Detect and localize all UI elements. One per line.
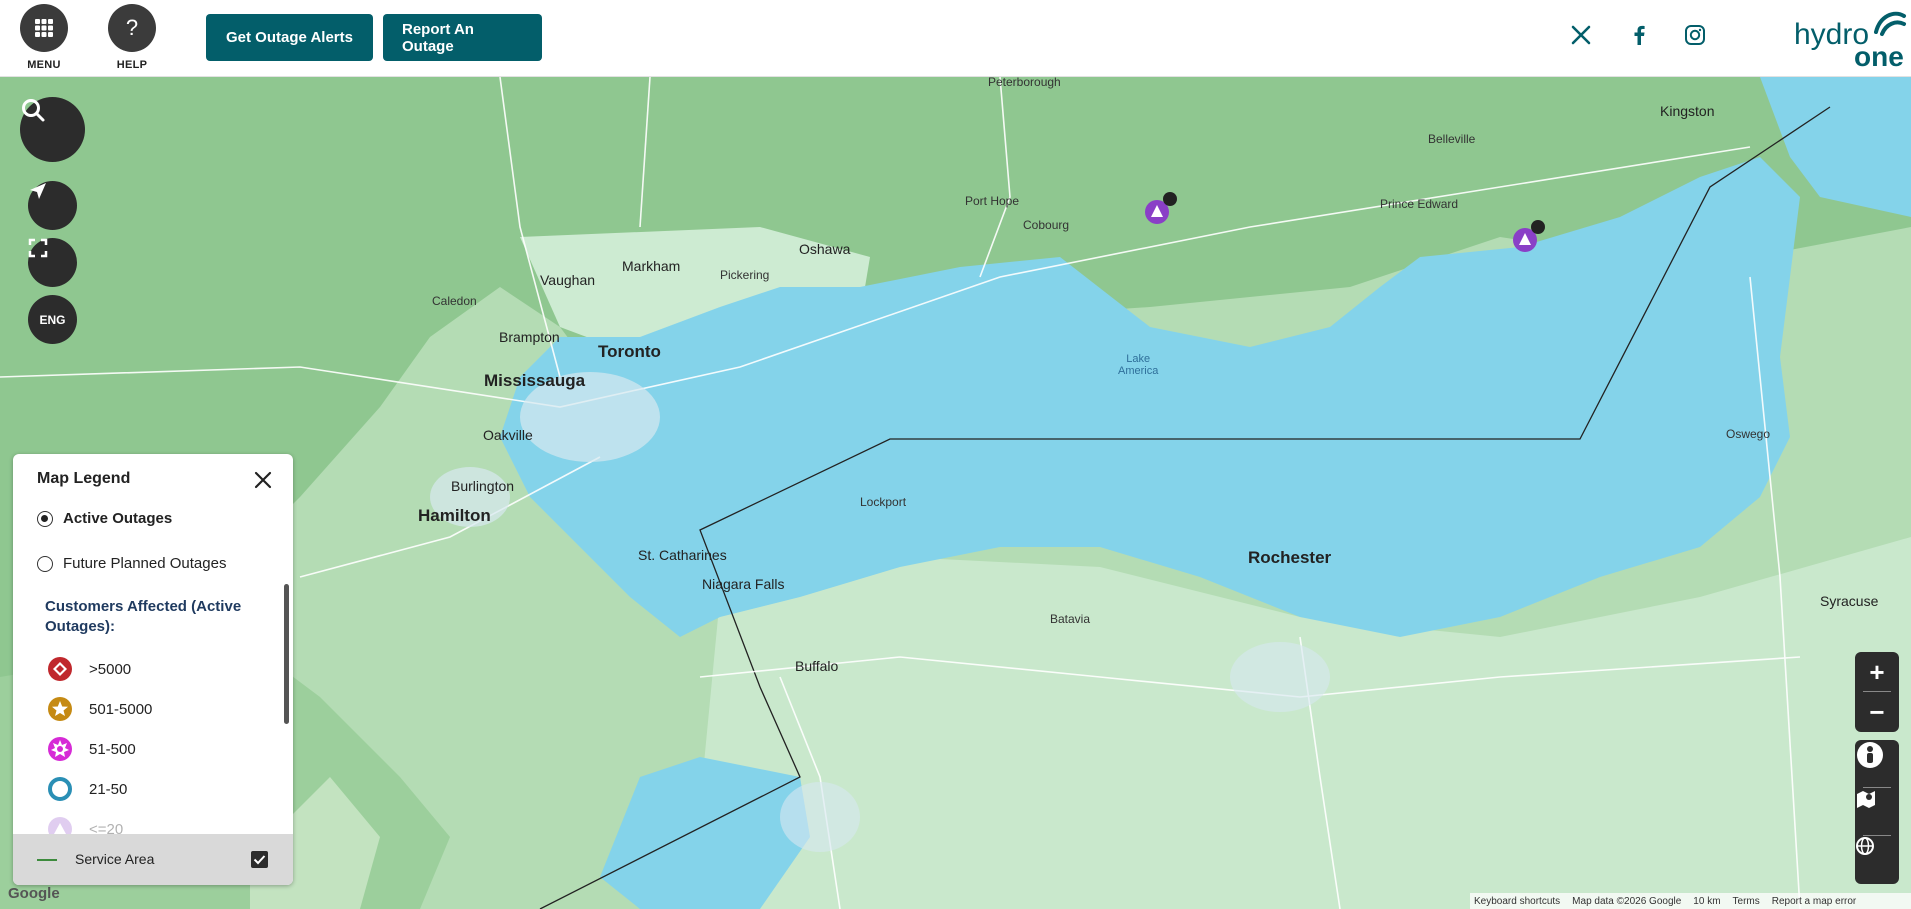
service-area-line-icon [37, 859, 57, 861]
facebook-icon[interactable] [1626, 22, 1652, 48]
place-syracuse: Syracuse [1820, 593, 1879, 609]
zoom-in-button[interactable]: + [1855, 652, 1899, 692]
place-buffalo: Buffalo [795, 658, 839, 674]
report-map-error-link[interactable]: Report a map error [1772, 896, 1856, 907]
menu-label: MENU [27, 59, 61, 71]
ring-icon [48, 777, 72, 801]
legend-item: 51-500 [47, 736, 136, 762]
get-outage-alerts-button[interactable]: Get Outage Alerts [206, 14, 373, 61]
google-logo: Google [8, 885, 60, 902]
app: MENU ? HELP Get Outage Alerts Report An … [0, 0, 1911, 909]
place-oakville: Oakville [483, 427, 533, 443]
place-rochester: Rochester [1248, 548, 1332, 567]
search-button[interactable] [20, 97, 85, 162]
grid-icon [20, 4, 68, 52]
checkmark-icon [253, 855, 266, 865]
map-legend: Map Legend Active Outages Future Planned… [13, 454, 293, 885]
place-st-catharines: St. Catharines [638, 547, 727, 563]
service-area-row[interactable]: Service Area [13, 834, 293, 885]
globe-icon [1856, 837, 1874, 855]
radio-unchecked[interactable] [37, 555, 53, 572]
report-outage-button[interactable]: Report An Outage [383, 14, 542, 61]
diamond-icon [48, 657, 72, 681]
starburst-icon [48, 737, 72, 761]
map-icon [1857, 791, 1875, 808]
place-oshawa: Oshawa [799, 241, 851, 257]
active-outages-label: Active Outages [63, 510, 173, 527]
legend-item: >5000 [47, 656, 131, 682]
question-icon: ? [108, 4, 156, 52]
fullscreen-icon [28, 238, 48, 258]
close-icon [254, 471, 272, 489]
place-belleville: Belleville [1428, 132, 1476, 146]
search-icon [22, 99, 45, 122]
place-lake: Lake America [1118, 353, 1159, 377]
future-planned-label: Future Planned Outages [63, 555, 227, 572]
place-prince-edward: Prince Edward [1380, 197, 1459, 211]
place-hamilton: Hamilton [418, 506, 491, 525]
place-port-hope: Port Hope [965, 194, 1020, 208]
terms-link[interactable]: Terms [1733, 896, 1760, 907]
help-button[interactable]: ? HELP [108, 4, 156, 71]
place-caledon: Caledon [432, 294, 477, 308]
legend-item-label: 51-500 [89, 740, 136, 758]
instagram-icon[interactable] [1682, 22, 1708, 48]
map-layers-button[interactable] [1855, 788, 1899, 836]
place-brampton: Brampton [499, 329, 560, 345]
close-legend-button[interactable] [251, 468, 275, 492]
header: MENU ? HELP Get Outage Alerts Report An … [0, 0, 1911, 77]
fullscreen-button[interactable] [28, 238, 77, 287]
radio-checked[interactable] [37, 510, 53, 527]
place-lockport: Lockport [860, 495, 907, 509]
pegman-icon [1857, 742, 1883, 768]
place-kingston: Kingston [1660, 103, 1715, 119]
place-toronto: Toronto [598, 342, 661, 361]
scale-label: 10 km [1693, 895, 1721, 907]
globe-button[interactable] [1855, 836, 1899, 884]
help-label: HELP [116, 59, 148, 71]
star-icon [48, 697, 72, 721]
locate-button[interactable] [28, 181, 77, 230]
logo-text-bottom: one [1854, 41, 1904, 68]
language-button[interactable]: ENG [28, 295, 77, 344]
customers-affected-heading: Customers Affected (Active Outages): [45, 598, 242, 635]
hydro-one-logo[interactable]: hydro one [1790, 8, 1910, 72]
place-oswego: Oswego [1726, 427, 1771, 441]
legend-item-label: 501-5000 [89, 700, 153, 718]
place-burlington: Burlington [451, 478, 515, 494]
street-view-button[interactable] [1855, 740, 1899, 788]
legend-item-label: >5000 [89, 660, 132, 678]
legend-item: 501-5000 [47, 696, 152, 722]
menu-button[interactable]: MENU [20, 4, 68, 71]
place-niagara-falls: Niagara Falls [702, 576, 785, 592]
place-mississauga: Mississauga [484, 371, 586, 390]
map-tools [1855, 740, 1899, 884]
place-pickering: Pickering [720, 268, 770, 282]
zoom-out-button[interactable]: − [1855, 692, 1899, 732]
legend-item: 21-50 [47, 776, 127, 802]
navigation-arrow-icon [30, 183, 46, 199]
place-batavia: Batavia [1050, 612, 1091, 626]
place-markham: Markham [622, 258, 681, 274]
zoom-control: + − [1855, 652, 1899, 732]
service-area-label: Service Area [75, 851, 155, 867]
place-cobourg: Cobourg [1023, 218, 1070, 232]
x-icon[interactable] [1568, 22, 1594, 48]
place-vaughan: Vaughan [540, 272, 596, 288]
map-attribution: Keyboard shortcuts Map data ©2026 Google… [1470, 893, 1911, 909]
place-peterborough: Peterborough [988, 75, 1061, 89]
map-data-text: Map data ©2026 Google [1572, 895, 1682, 907]
service-area-checkbox[interactable] [251, 851, 268, 868]
legend-title: Map Legend [37, 470, 131, 487]
active-outages-option[interactable]: Active Outages [37, 510, 172, 527]
legend-scrollbar[interactable] [284, 584, 289, 724]
future-planned-outages-option[interactable]: Future Planned Outages [37, 555, 226, 572]
legend-item-label: 21-50 [89, 780, 128, 798]
keyboard-shortcuts-link[interactable]: Keyboard shortcuts [1474, 896, 1560, 907]
